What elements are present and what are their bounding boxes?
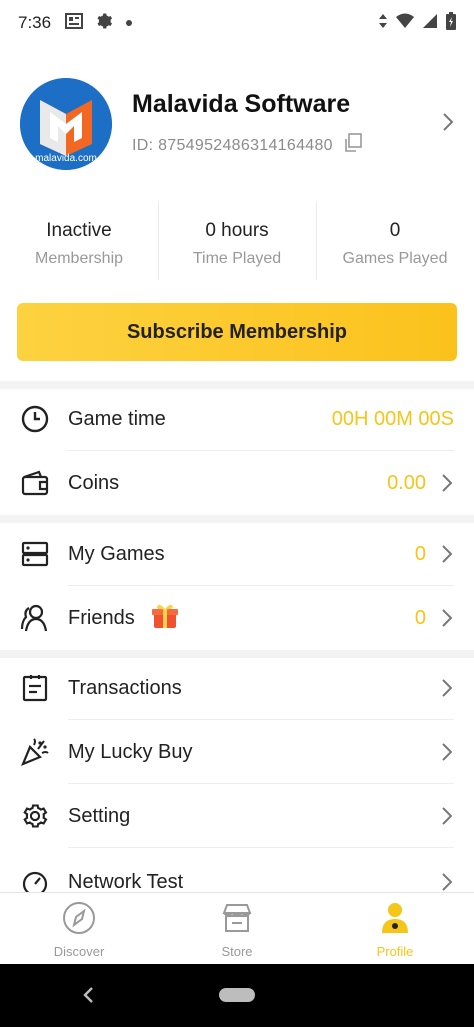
row-divider <box>68 847 454 848</box>
notification-dot-icon <box>125 14 133 32</box>
bottom-nav: Discover Store Profile <box>0 892 474 964</box>
compass-icon <box>62 901 96 940</box>
menu-item-label: My Games <box>68 542 165 565</box>
stats-bar: Inactive Membership 0 hours Time Played … <box>0 200 474 282</box>
stat-value: 0 hours <box>205 220 269 241</box>
clipboard-list-icon <box>20 673 50 703</box>
subscribe-membership-button[interactable]: Subscribe Membership <box>17 303 457 361</box>
stat-label: Membership <box>34 250 124 267</box>
nav-label: Store <box>221 944 253 959</box>
menu-item-label: Setting <box>68 804 131 827</box>
menu-item-transactions[interactable]: Transactions <box>0 656 474 720</box>
menu-item-game-time[interactable]: Game time 00H 00M 00S <box>0 387 474 451</box>
chevron-right-icon <box>440 873 454 891</box>
clock-icon <box>20 404 50 434</box>
status-time: 7:36 <box>18 13 52 32</box>
chevron-right-icon[interactable] <box>442 112 454 137</box>
menu-item-friends[interactable]: Friends 0 <box>0 586 474 650</box>
avatar-caption: malavida.com <box>35 153 97 164</box>
menu-item-label: Friends <box>68 606 135 629</box>
battery-icon <box>446 11 456 35</box>
nav-label: Profile <box>376 944 414 959</box>
gear-icon <box>20 801 50 831</box>
menu-item-coins[interactable]: Coins 0.00 <box>0 451 474 515</box>
my-games-count: 0 <box>414 542 426 565</box>
friends-count: 0 <box>414 606 426 629</box>
system-navigation-bar <box>0 964 474 1027</box>
menu-item-my-games[interactable]: My Games 0 <box>0 522 474 586</box>
back-icon[interactable] <box>82 986 94 1009</box>
chevron-right-icon <box>440 679 454 697</box>
avatar: malavida.com <box>20 78 112 170</box>
store-icon <box>220 901 254 940</box>
chevron-right-icon <box>440 743 454 761</box>
wallet-icon <box>20 468 50 498</box>
stat-label: Games Played <box>342 250 448 267</box>
gift-icon <box>151 602 179 635</box>
profile-header[interactable]: malavida.com Malavida Software ID: 87549… <box>20 78 460 170</box>
games-list-icon <box>20 539 50 569</box>
menu-item-label: My Lucky Buy <box>68 740 193 763</box>
data-arrows-icon <box>378 13 388 34</box>
stat-games-played: 0 Games Played <box>316 200 474 282</box>
friends-icon <box>20 603 50 633</box>
signal-icon <box>422 13 438 34</box>
game-time-value: 00H 00M 00S <box>331 407 454 430</box>
settings-gear-icon <box>95 12 113 35</box>
coins-value: 0.00 <box>387 471 426 494</box>
nav-label: Discover <box>53 944 105 959</box>
copy-icon[interactable] <box>343 133 363 158</box>
menu-item-setting[interactable]: Setting <box>0 784 474 848</box>
chevron-right-icon <box>440 474 454 492</box>
nav-discover[interactable]: Discover <box>0 893 158 964</box>
menu-item-label: Transactions <box>68 676 182 699</box>
profile-name: Malavida Software <box>132 90 351 118</box>
wifi-icon <box>396 13 414 34</box>
news-icon <box>65 12 84 34</box>
stat-time-played: 0 hours Time Played <box>158 200 316 282</box>
status-bar: 7:36 <box>0 0 474 46</box>
stat-label: Time Played <box>192 250 282 267</box>
stat-value: Inactive <box>46 220 112 241</box>
profile-icon <box>378 901 412 940</box>
chevron-right-icon <box>440 609 454 627</box>
profile-id: ID: 8754952486314164480 <box>132 136 333 154</box>
menu-item-label: Network Test <box>68 870 184 893</box>
chevron-right-icon <box>440 545 454 563</box>
nav-store[interactable]: Store <box>158 893 316 964</box>
stat-membership: Inactive Membership <box>0 200 158 282</box>
home-pill[interactable] <box>219 988 255 1002</box>
menu-item-label: Coins <box>68 471 120 494</box>
menu-item-label: Game time <box>68 407 166 430</box>
menu-item-lucky-buy[interactable]: My Lucky Buy <box>0 720 474 784</box>
chevron-right-icon <box>440 807 454 825</box>
party-popper-icon <box>20 737 50 767</box>
stat-value: 0 <box>389 220 401 241</box>
nav-profile[interactable]: Profile <box>316 893 474 964</box>
